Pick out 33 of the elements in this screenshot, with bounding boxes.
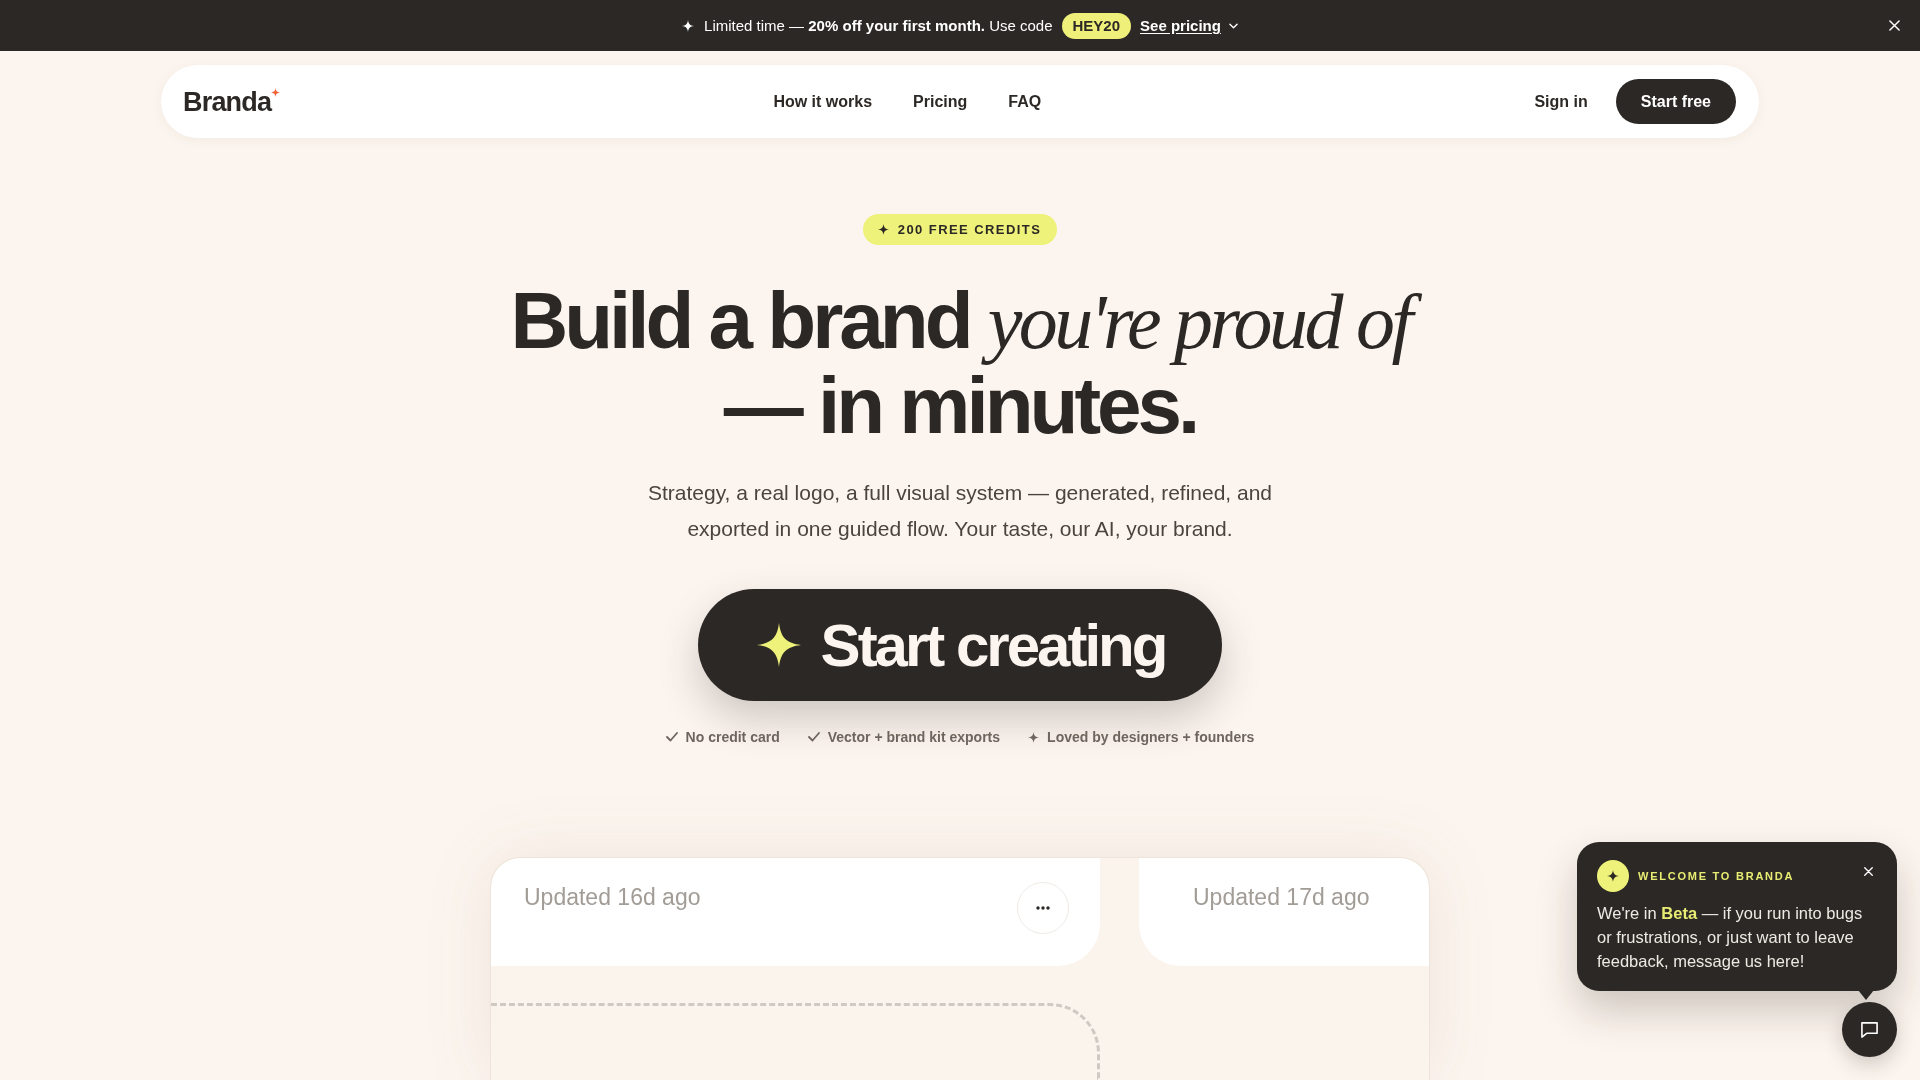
sparkle-icon — [682, 19, 695, 32]
start-free-button[interactable]: Start free — [1615, 79, 1736, 124]
updated-text: Updated 16d ago — [524, 883, 701, 912]
promo-code-badge: HEY20 — [1061, 12, 1132, 39]
nav-link[interactable]: How it works — [773, 92, 873, 111]
nav-link[interactable]: Pricing — [913, 92, 968, 111]
perk-text: Loved by designers + founders — [1047, 728, 1255, 746]
sparkle-icon — [271, 87, 281, 97]
ellipsis-icon — [1036, 906, 1050, 910]
sign-in-link[interactable]: Sign in — [1534, 92, 1588, 111]
sparkle-icon — [1028, 731, 1040, 743]
popup-title: WELCOME TO BRANDA — [1638, 870, 1795, 882]
sparkle-icon — [877, 224, 889, 235]
hero-subtitle: Strategy, a real logo, a full visual system — generated, refined, and exported in one guided flow. Your taste, our AI, your brand. — [646, 480, 1274, 542]
promo-text: Limited time — 20% off your first month. Use code — [704, 17, 1053, 34]
sparkle-icon — [1597, 860, 1629, 892]
see-pricing-link[interactable]: See pricing — [1140, 17, 1238, 34]
updated-text: Updated 17d ago — [1193, 883, 1370, 912]
logo-wordmark[interactable]: Branda — [183, 86, 272, 117]
perk-text: Vector + brand kit exports — [827, 728, 1001, 746]
chat-button[interactable] — [1842, 1002, 1897, 1057]
popup-message: We're in Beta — if you run into bugs or frustrations, or just want to leave feedback, message us here! — [1597, 903, 1864, 972]
perk-text: No credit card — [685, 728, 780, 746]
caret-icon — [1228, 22, 1238, 29]
close-icon[interactable] — [1864, 866, 1873, 876]
close-icon[interactable] — [1889, 20, 1900, 31]
chat-icon — [1860, 1020, 1879, 1039]
nav-link[interactable]: FAQ — [1008, 92, 1042, 111]
check-icon — [807, 732, 820, 742]
credits-text: 200 FREE CREDITS — [897, 222, 1042, 237]
start-creating-button[interactable]: Start creating — [697, 589, 1223, 701]
hero-heading: Build a brand you're proud of — in minutes. — [480, 279, 1440, 448]
check-icon — [665, 732, 678, 742]
